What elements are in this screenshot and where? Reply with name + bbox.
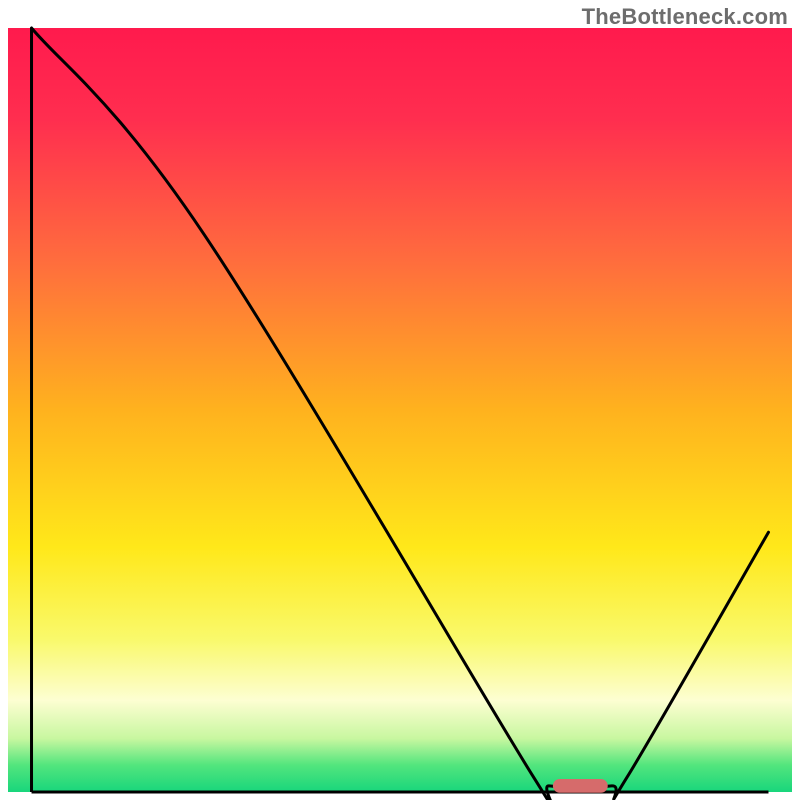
watermark-text: TheBottleneck.com xyxy=(582,4,788,30)
chart-container: { "watermark": "TheBottleneck.com", "cha… xyxy=(0,0,800,800)
bottleneck-chart xyxy=(0,0,800,800)
gradient-background xyxy=(8,28,792,792)
optimal-marker xyxy=(553,779,608,793)
